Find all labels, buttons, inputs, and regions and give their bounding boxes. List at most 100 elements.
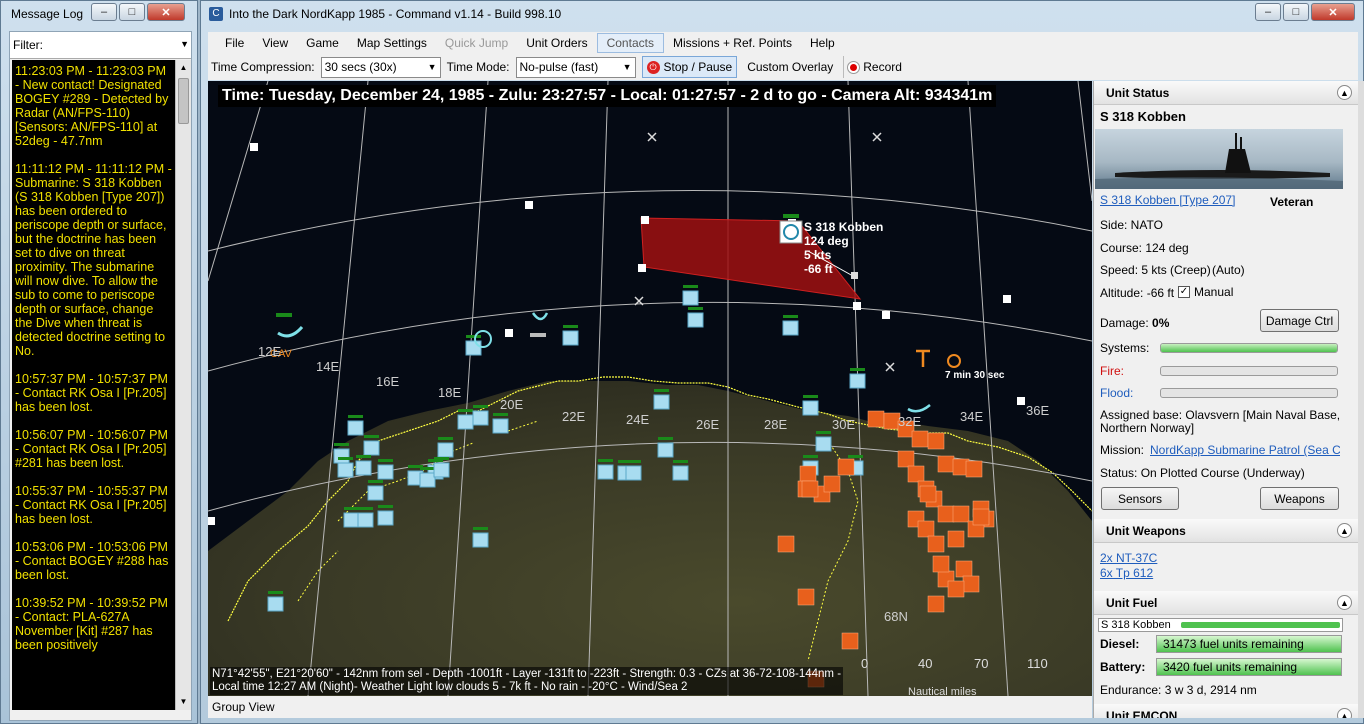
chevron-up-icon[interactable]: ▲ [1337,708,1352,718]
manual-checkbox[interactable]: ✓ [1178,286,1190,298]
friendly-unit-icon[interactable] [363,440,380,456]
hostile-unit-icon[interactable] [919,485,937,503]
menu-contacts[interactable]: Contacts [596,33,664,53]
damage-ctrl-button[interactable]: Damage Ctrl [1260,309,1339,332]
unit-status-header[interactable]: Unit Status ▲ [1094,81,1358,105]
hostile-unit-icon[interactable] [897,450,915,468]
scroll-up-icon[interactable]: ▲ [176,60,191,76]
group-view-bar[interactable]: Group View [208,696,1092,718]
hostile-unit-icon[interactable] [917,520,935,538]
menu-missions[interactable]: Missions + Ref. Points [664,33,801,53]
friendly-unit-icon[interactable] [653,394,670,410]
hostile-unit-icon[interactable] [932,555,950,573]
weapon-item[interactable]: 2x NT-37C [1100,551,1157,565]
close-button[interactable]: ✕ [147,3,185,21]
friendly-unit-icon[interactable] [492,418,509,434]
hostile-unit-icon[interactable] [972,508,990,526]
hostile-unit-icon[interactable] [937,505,955,523]
menu-unit-orders[interactable]: Unit Orders [517,33,596,53]
friendly-unit-icon[interactable] [849,373,866,389]
chevron-up-icon[interactable]: ▲ [1337,595,1352,610]
hostile-unit-icon[interactable] [927,432,945,450]
hostile-unit-icon[interactable] [841,632,859,650]
friendly-unit-icon[interactable] [657,442,674,458]
stop-pause-button[interactable]: ⏻ Stop / Pause [641,56,738,78]
filter-row[interactable]: Filter: ▼ [10,32,191,59]
weapons-button[interactable]: Weapons [1260,487,1339,510]
friendly-unit-icon[interactable] [562,330,579,346]
friendly-unit-icon[interactable] [625,465,642,481]
friendly-unit-icon[interactable] [597,464,614,480]
friendly-unit-icon[interactable] [347,420,364,436]
time-mode-select[interactable]: No-pulse (fast) ▼ [515,56,636,78]
hostile-unit-icon[interactable] [797,588,815,606]
maximize-button[interactable]: □ [119,3,145,21]
sensors-button[interactable]: Sensors [1101,487,1179,510]
friendly-unit-icon[interactable] [472,532,489,548]
menu-quick-jump[interactable]: Quick Jump [436,33,517,53]
hostile-unit-icon[interactable] [837,458,855,476]
map-canvas[interactable]: S 318 Kobben 124 deg 5 kts -66 ft 7 min … [208,81,1092,696]
friendly-unit-icon[interactable] [802,400,819,416]
hostile-unit-icon[interactable] [911,430,929,448]
main-minimize-button[interactable]: – [1255,3,1281,21]
scroll-thumb[interactable] [178,78,189,124]
log-scrollbar[interactable]: ▲ ▼ [175,60,191,710]
friendly-unit-icon[interactable] [337,462,354,478]
friendly-unit-icon[interactable] [343,512,360,528]
friendly-unit-icon[interactable] [472,410,489,426]
hostile-unit-icon[interactable] [799,465,817,483]
hostile-unit-icon[interactable] [947,530,965,548]
friendly-unit-icon[interactable] [433,462,450,478]
friendly-unit-icon[interactable] [333,448,350,464]
friendly-unit-icon[interactable] [687,312,704,328]
hostile-unit-icon[interactable] [927,535,945,553]
scroll-down-icon[interactable]: ▼ [176,694,191,710]
hostile-unit-icon[interactable] [777,535,795,553]
hostile-unit-icon[interactable] [801,480,819,498]
record-button[interactable]: Record [843,56,906,78]
unit-fuel-header[interactable]: Unit Fuel ▲ [1094,591,1358,615]
menu-map-settings[interactable]: Map Settings [348,33,436,53]
hostile-unit-icon[interactable] [937,455,955,473]
time-compression-select[interactable]: 30 secs (30x) ▼ [320,56,441,78]
filter-dropdown-icon[interactable]: ▼ [180,39,189,49]
friendly-unit-icon[interactable] [782,320,799,336]
hostile-unit-icon[interactable] [927,595,945,613]
manual-checkbox-row[interactable]: ✓ Manual [1178,285,1233,299]
unit-emcon-header[interactable]: Unit EMCON ▲ [1094,704,1358,718]
hostile-unit-icon[interactable] [952,505,970,523]
main-close-button[interactable]: ✕ [1311,3,1355,21]
friendly-unit-icon[interactable] [815,436,832,452]
chevron-up-icon[interactable]: ▲ [1337,85,1352,100]
minimize-button[interactable]: – [91,3,117,21]
friendly-unit-icon[interactable] [355,460,372,476]
friendly-unit-icon[interactable] [672,465,689,481]
main-maximize-button[interactable]: □ [1283,3,1309,21]
friendly-unit-icon[interactable] [465,340,482,356]
friendly-unit-icon[interactable] [357,512,374,528]
custom-overlay-button[interactable]: Custom Overlay [743,56,837,78]
friendly-unit-icon[interactable] [682,290,699,306]
friendly-unit-icon[interactable] [377,510,394,526]
friendly-unit-icon[interactable] [267,596,284,612]
hostile-unit-icon[interactable] [962,575,980,593]
unit-weapons-header[interactable]: Unit Weapons ▲ [1094,519,1358,543]
hostile-unit-icon[interactable] [823,475,841,493]
panel-scrollbar[interactable] [1358,81,1364,718]
friendly-unit-icon[interactable] [377,464,394,480]
hostile-unit-icon[interactable] [965,460,983,478]
friendly-unit-icon[interactable] [437,442,454,458]
hostile-unit-icon[interactable] [907,465,925,483]
menu-help[interactable]: Help [801,33,844,53]
friendly-unit-icon[interactable] [367,485,384,501]
friendly-unit-icon[interactable] [419,472,436,488]
unit-class-link[interactable]: S 318 Kobben [Type 207] [1100,193,1235,207]
menu-view[interactable]: View [253,33,297,53]
menu-file[interactable]: File [216,33,253,53]
hostile-unit-icon[interactable] [867,410,885,428]
menu-game[interactable]: Game [297,33,348,53]
hostile-unit-icon[interactable] [947,580,965,598]
mission-link[interactable]: NordKapp Submarine Patrol (Sea Cont [1150,443,1340,457]
weapon-item[interactable]: 6x Tp 612 [1100,566,1153,580]
